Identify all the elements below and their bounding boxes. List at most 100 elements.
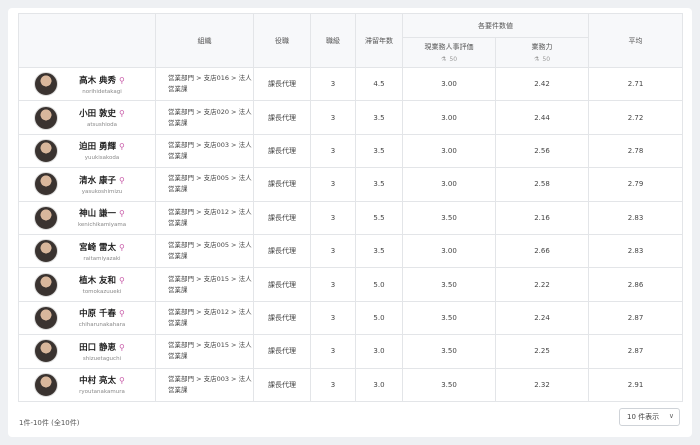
avatar: [34, 72, 58, 97]
position-cell: 課長代理: [253, 334, 311, 369]
table-row[interactable]: 植木 友和 ⚲ tomokazuueki 営業部門 > 支店015 > 法人 営業課 課長…: [18, 267, 683, 302]
grade-cell: 3: [310, 66, 356, 102]
employee-name[interactable]: 宮崎 雷太: [79, 243, 116, 253]
org-path: 営業部門 > 支店003 > 法人: [168, 140, 252, 149]
org-cell: 営業部門 > 支店005 > 法人 営業課: [155, 167, 254, 202]
org-unit: 営業課: [168, 385, 188, 394]
search-icon[interactable]: ⚲: [119, 176, 125, 185]
eval-cell: 3.00: [402, 66, 496, 102]
eval-cell: 3.50: [402, 267, 496, 302]
ability-header: 業務力 ⚗ 50: [495, 37, 589, 68]
employee-romaji: chiharunakahara: [78, 322, 126, 329]
chevron-down-icon: ∨: [668, 412, 674, 420]
employee-name[interactable]: 田口 静恵: [79, 343, 116, 353]
search-icon[interactable]: ⚲: [119, 142, 125, 151]
eval-max-value: 50: [449, 56, 458, 63]
table-row[interactable]: 高木 典秀 ⚲ norihidetakagi 営業部門 > 支店016 > 法人 営業課…: [18, 66, 683, 102]
search-icon[interactable]: ⚲: [119, 343, 125, 352]
employee-romaji: yasukoshimizu: [81, 188, 123, 195]
employee-cell: 中村 亮太 ⚲ ryoutanakamura: [18, 367, 156, 402]
search-icon[interactable]: ⚲: [119, 309, 125, 318]
tenure-cell: 3.0: [355, 334, 403, 369]
table-row[interactable]: 中原 千春 ⚲ chiharunakahara 営業部門 > 支店012 > 法人 営業…: [18, 300, 683, 336]
table-row[interactable]: 神山 謙一 ⚲ kenichikamiyama 営業部門 > 支店012 > 法人 営業…: [18, 200, 683, 235]
eval-header-label: 現業務人事評価: [424, 43, 474, 51]
employee-name[interactable]: 小田 敦史: [79, 109, 116, 119]
org-cell: 営業部門 > 支店012 > 法人 営業課: [155, 200, 254, 235]
org-path: 営業部門 > 支店012 > 法人: [168, 207, 252, 216]
search-icon[interactable]: ⚲: [119, 243, 125, 252]
org-unit: 営業課: [168, 285, 188, 294]
eval-cell: 3.50: [402, 367, 496, 402]
position-cell: 課長代理: [253, 300, 311, 336]
ability-cell: 2.22: [495, 267, 589, 302]
tenure-cell: 3.0: [355, 367, 403, 402]
employee-header: [18, 13, 156, 68]
avg-header: 平均: [588, 13, 683, 68]
eval-cell: 3.00: [402, 167, 496, 202]
avg-cell: 2.83: [588, 200, 683, 235]
table-row[interactable]: 迫田 勇輝 ⚲ yuukisakoda 営業部門 > 支店003 > 法人 営業課 課長代…: [18, 133, 683, 169]
org-path: 営業部門 > 支店016 > 法人: [168, 74, 252, 83]
avg-cell: 2.78: [588, 133, 683, 169]
per-page-value: 10 件表示: [627, 413, 660, 421]
employee-name[interactable]: 植木 友和: [79, 276, 116, 286]
eval-cell: 3.50: [402, 300, 496, 336]
org-unit: 営業課: [168, 185, 188, 194]
search-icon[interactable]: ⚲: [119, 376, 125, 385]
employee-name[interactable]: 中村 亮太: [79, 376, 116, 386]
flask-icon: ⚗: [440, 56, 447, 63]
avg-cell: 2.71: [588, 66, 683, 102]
employee-name[interactable]: 高木 典秀: [79, 76, 116, 86]
employee-name[interactable]: 神山 謙一: [79, 209, 116, 219]
employee-name[interactable]: 中原 千春: [79, 309, 116, 319]
org-unit: 営業課: [168, 151, 188, 160]
eval-cell: 3.00: [402, 233, 496, 269]
avatar: [34, 138, 58, 163]
table-row[interactable]: 宮崎 雷太 ⚲ raitamiyazaki 営業部門 > 支店005 > 法人 営業課課…: [18, 233, 683, 269]
search-icon[interactable]: ⚲: [119, 209, 125, 218]
avatar: [34, 305, 58, 330]
employee-cell: 小田 敦史 ⚲ atsushioda: [18, 100, 156, 135]
employee-romaji: kenichikamiyama: [77, 222, 127, 229]
eval-cell: 3.00: [402, 100, 496, 135]
org-path: 営業部門 > 支店005 > 法人: [168, 174, 252, 183]
org-unit: 営業課: [168, 118, 188, 127]
table-row[interactable]: 清水 康子 ⚲ yasukoshimizu 営業部門 > 支店005 > 法人 営業課課…: [18, 167, 683, 202]
table-row[interactable]: 田口 静恵 ⚲ shizuetaguchi 営業部門 > 支店015 > 法人 営業課課…: [18, 334, 683, 369]
org-cell: 営業部門 > 支店015 > 法人 営業課: [155, 267, 254, 302]
search-icon[interactable]: ⚲: [119, 76, 125, 85]
search-icon[interactable]: ⚲: [119, 276, 125, 285]
employee-cell: 神山 謙一 ⚲ kenichikamiyama: [18, 200, 156, 235]
employee-cell: 高木 典秀 ⚲ norihidetakagi: [18, 66, 156, 102]
ability-cell: 2.25: [495, 334, 589, 369]
result-count: 1件-10件 (全10件): [19, 419, 80, 427]
org-unit: 営業課: [168, 218, 188, 227]
position-cell: 課長代理: [253, 167, 311, 202]
position-header: 役職: [253, 13, 311, 68]
org-unit: 営業課: [168, 352, 188, 361]
employee-cell: 中原 千春 ⚲ chiharunakahara: [18, 300, 156, 336]
grade-cell: 3: [310, 233, 356, 269]
table-row[interactable]: 小田 敦史 ⚲ atsushioda 営業部門 > 支店020 > 法人 営業課 課長代理…: [18, 100, 683, 135]
position-cell: 課長代理: [253, 66, 311, 102]
search-icon[interactable]: ⚲: [119, 109, 125, 118]
per-page-select[interactable]: 10 件表示 ∨: [619, 408, 680, 426]
employee-name[interactable]: 迫田 勇輝: [79, 142, 116, 152]
ability-cell: 2.44: [495, 100, 589, 135]
table-row[interactable]: 中村 亮太 ⚲ ryoutanakamura 営業部門 > 支店003 > 法人 営業課…: [18, 367, 683, 402]
org-cell: 営業部門 > 支店003 > 法人 営業課: [155, 367, 254, 402]
position-cell: 課長代理: [253, 367, 311, 402]
grade-header: 職級: [310, 13, 356, 68]
tenure-header: 滞留年数: [355, 13, 403, 68]
grade-cell: 3: [310, 133, 356, 169]
avatar: [34, 339, 58, 364]
employee-name[interactable]: 清水 康子: [79, 176, 116, 186]
avg-cell: 2.91: [588, 367, 683, 402]
employee-cell: 田口 静恵 ⚲ shizuetaguchi: [18, 334, 156, 369]
org-cell: 営業部門 > 支店005 > 法人 営業課: [155, 233, 254, 269]
position-cell: 課長代理: [253, 100, 311, 135]
employee-cell: 宮崎 雷太 ⚲ raitamiyazaki: [18, 233, 156, 269]
grade-cell: 3: [310, 367, 356, 402]
employee-cell: 迫田 勇輝 ⚲ yuukisakoda: [18, 133, 156, 169]
